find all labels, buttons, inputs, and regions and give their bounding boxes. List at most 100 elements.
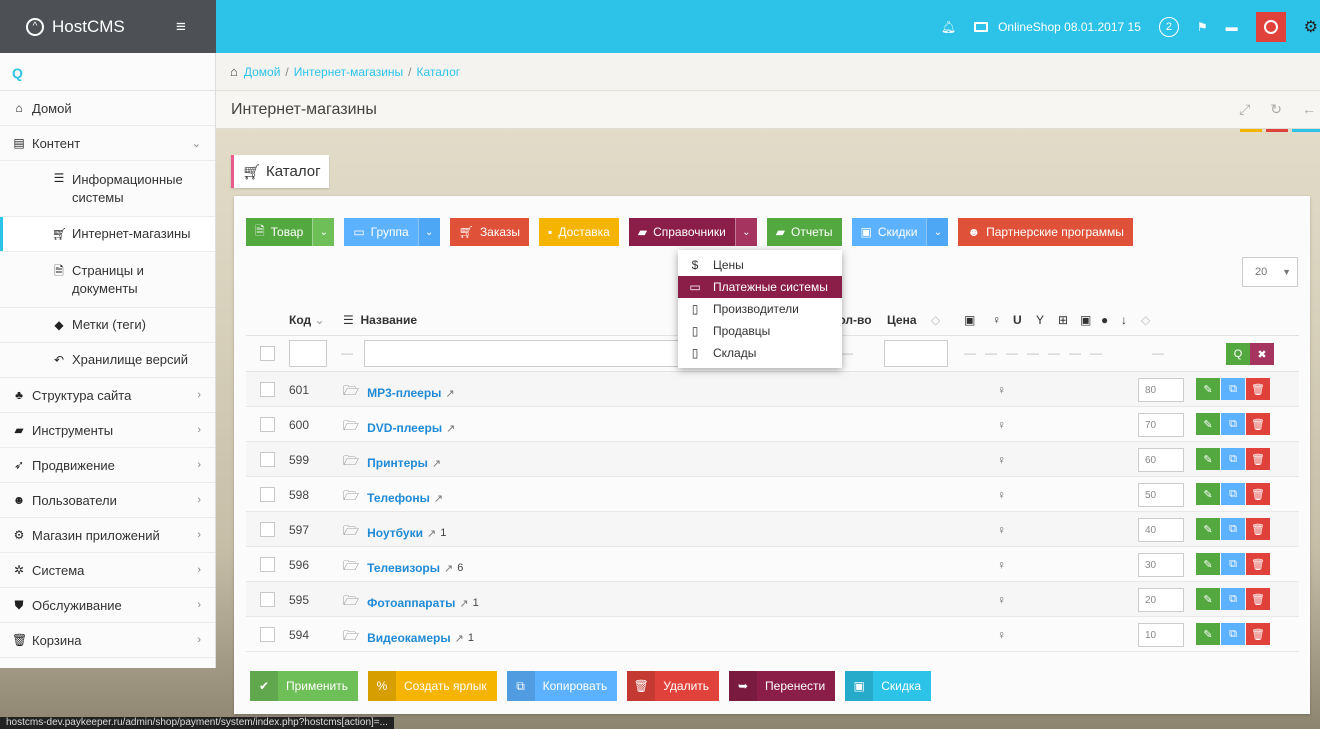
glass-column-icon[interactable]: Y [1036, 313, 1044, 327]
copy-icon[interactable]: ⧉ [1221, 448, 1245, 470]
sidebar-item-online-stores[interactable]: 🛒︎ Интернет-магазины [0, 217, 215, 252]
chevron-down-icon[interactable]: ⌄ [417, 218, 440, 246]
table-column-icon[interactable]: ⊞ [1058, 313, 1068, 327]
bulb-icon[interactable]: ♀ [997, 558, 1006, 572]
sort-order-input[interactable]: 60 [1138, 448, 1184, 472]
sort-order-column-icon[interactable]: ↓ [1121, 313, 1127, 327]
flag-icon[interactable]: ⚑ [1197, 20, 1208, 34]
reports-button[interactable]: ▰ Отчеты [766, 218, 842, 246]
edit-icon[interactable]: ✎ [1196, 448, 1220, 470]
trash-icon[interactable]: 🗑︎ [1246, 413, 1270, 435]
trash-icon[interactable]: 🗑︎ [1246, 623, 1270, 645]
bulb-icon[interactable]: ♀ [997, 523, 1006, 537]
create-shortcut-button[interactable]: % Создать ярлык [368, 671, 497, 701]
trash-icon[interactable]: 🗑︎ [1246, 483, 1270, 505]
sidebar-item-versions[interactable]: ↶ Хранилище версий [0, 343, 215, 378]
select-all-checkbox[interactable] [260, 346, 275, 361]
sidebar-item-trash[interactable]: 🗑︎ Корзина › [0, 623, 215, 658]
sort-order-input[interactable]: 70 [1138, 413, 1184, 437]
external-link-icon[interactable]: ↗ [445, 387, 454, 400]
bell-icon[interactable]: 🔔︎ [941, 20, 956, 34]
fullscreen-icon[interactable]: ⤢ [1239, 101, 1250, 118]
sidebar-item-tools[interactable]: ▰ Инструменты › [0, 413, 215, 448]
directories-button[interactable]: ▰ Справочники [628, 218, 735, 246]
delete-button[interactable]: 🗑︎ Удалить [627, 671, 720, 701]
row-checkbox[interactable] [260, 452, 275, 467]
bulb-icon[interactable]: ♀ [997, 628, 1006, 642]
breadcrumb-catalog[interactable]: Каталог [417, 65, 461, 79]
price-column-header[interactable]: Цена [887, 313, 917, 327]
group-link[interactable]: Видеокамеры [367, 631, 450, 645]
discount-column-icon[interactable]: ▣ [1080, 313, 1091, 327]
chevron-down-icon[interactable]: ⌄ [926, 218, 949, 246]
group-link[interactable]: Ноутбуки [367, 526, 423, 540]
name-filter-input[interactable] [364, 340, 694, 367]
code-filter-input[interactable] [289, 340, 327, 367]
copy-icon[interactable]: ⧉ [1221, 518, 1245, 540]
notification-count[interactable]: 2 [1158, 16, 1179, 37]
group-link[interactable]: Принтеры [367, 456, 428, 470]
chat-icon[interactable]: ▬ [1226, 20, 1238, 34]
external-link-icon[interactable]: ↗ [459, 597, 468, 610]
clear-filter-icon[interactable]: ✖ [1250, 343, 1274, 365]
edit-icon[interactable]: ✎ [1196, 553, 1220, 575]
brand[interactable]: ^ HostCMS ≡ [0, 0, 216, 53]
row-checkbox[interactable] [260, 522, 275, 537]
search-icon[interactable]: Q [1226, 343, 1250, 365]
copy-icon[interactable]: ⧉ [1221, 378, 1245, 400]
external-link-icon[interactable]: ↗ [455, 632, 464, 645]
chevron-down-icon[interactable]: ⌄ [734, 218, 757, 246]
magnet-column-icon[interactable]: U [1013, 313, 1022, 327]
row-checkbox[interactable] [260, 627, 275, 642]
table-row[interactable]: 595 🗁 Фотоаппараты ↗ 1 ♀ 20 ✎ ⧉ 🗑︎ [246, 582, 1299, 617]
sidebar-item-tags[interactable]: ◆ Метки (теги) [0, 308, 215, 343]
sort-order-input[interactable]: 40 [1138, 518, 1184, 542]
settings-gear-icon[interactable]: ⚙ [1304, 17, 1318, 37]
code-column-header[interactable]: Код ⌄ [289, 313, 325, 327]
row-checkbox[interactable] [260, 417, 275, 432]
external-link-icon[interactable]: ↗ [446, 422, 455, 435]
row-checkbox[interactable] [260, 592, 275, 607]
menu-item-manufacturers[interactable]: ▯ Производители [678, 298, 842, 320]
copy-icon[interactable]: ⧉ [1221, 483, 1245, 505]
external-link-icon[interactable]: ↗ [444, 562, 453, 575]
sidebar-item-system[interactable]: ✲ Система › [0, 553, 215, 588]
row-checkbox[interactable] [260, 382, 275, 397]
bulb-icon[interactable]: ♀ [997, 453, 1006, 467]
table-row[interactable]: 597 🗁 Ноутбуки ↗ 1 ♀ 40 ✎ ⧉ 🗑︎ [246, 512, 1299, 547]
breadcrumb-online-stores[interactable]: Интернет-магазины [294, 65, 403, 79]
table-row[interactable]: 596 🗁 Телевизоры ↗ 6 ♀ 30 ✎ ⧉ 🗑︎ [246, 547, 1299, 582]
sidebar-item-information-systems[interactable]: ☰ Информационные системы [0, 161, 215, 217]
table-row[interactable]: 601 🗁 MP3-плееры ↗ ♀ 80 ✎ ⧉ 🗑︎ [246, 372, 1299, 407]
copy-button[interactable]: ⧉ Копировать [506, 671, 618, 701]
menu-item-payment-systems[interactable]: ▭ Платежные системы [678, 276, 842, 298]
copy-icon[interactable]: ⧉ [1221, 623, 1245, 645]
sidebar-item-promotion[interactable]: ➶ Продвижение › [0, 448, 215, 483]
bulb-column-icon[interactable]: ♀ [992, 313, 1001, 327]
table-row[interactable]: 598 🗁 Телефоны ↗ ♀ 50 ✎ ⧉ 🗑︎ [246, 477, 1299, 512]
sidebar-item-content[interactable]: ▤ Контент ⌄ [0, 126, 215, 161]
edit-icon[interactable]: ✎ [1196, 483, 1220, 505]
trash-icon[interactable]: 🗑︎ [1246, 588, 1270, 610]
menu-item-prices[interactable]: $ Цены [678, 254, 842, 276]
sidebar-item-pages[interactable]: 🗎 Страницы и документы [0, 252, 215, 308]
bulb-icon[interactable]: ♀ [997, 418, 1006, 432]
sort-order-input[interactable]: 30 [1138, 553, 1184, 577]
sidebar-item-users[interactable]: ☻ Пользователи › [0, 483, 215, 518]
discount-button[interactable]: ▣ Скидка [845, 671, 932, 701]
group-link[interactable]: Телефоны [367, 491, 430, 505]
edit-icon[interactable]: ✎ [1196, 378, 1220, 400]
price-filter-input[interactable] [884, 340, 948, 367]
group-link[interactable]: MP3-плееры [367, 386, 441, 400]
external-link-icon[interactable]: ↗ [432, 457, 441, 470]
group-link[interactable]: DVD-плееры [367, 421, 442, 435]
menu-item-sellers[interactable]: ▯ Продавцы [678, 320, 842, 342]
sidebar-item-structure[interactable]: ♣ Структура сайта › [0, 378, 215, 413]
delivery-button[interactable]: ▪ Доставка [539, 218, 619, 246]
row-checkbox[interactable] [260, 487, 275, 502]
edit-icon[interactable]: ✎ [1196, 413, 1220, 435]
trash-icon[interactable]: 🗑︎ [1246, 518, 1270, 540]
discounts-button[interactable]: ▣ Скидки [851, 218, 927, 246]
catalog-tab[interactable]: 🛒︎ Каталог [231, 155, 329, 188]
bulb-icon[interactable]: ♀ [997, 593, 1006, 607]
